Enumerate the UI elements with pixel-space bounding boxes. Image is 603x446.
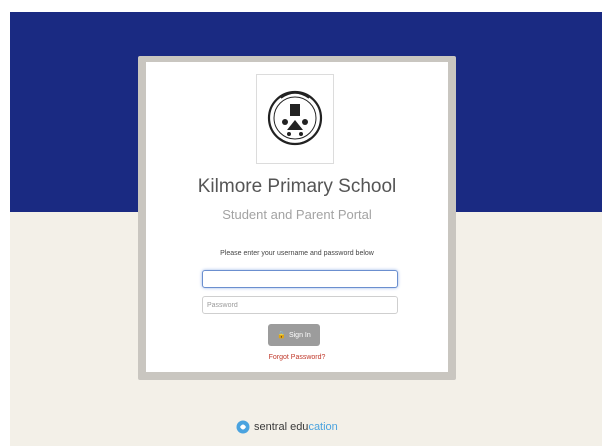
crest-icon — [267, 90, 323, 146]
portal-title: Student and Parent Portal — [222, 207, 372, 222]
sentral-logo-icon — [236, 420, 250, 434]
sign-in-button[interactable]: 🔒 Sign In — [268, 324, 320, 346]
footer-brand-text: sentral education — [254, 420, 338, 433]
forgot-password-link[interactable]: Forgot Password? — [146, 354, 448, 361]
login-instruction: Please enter your username and password … — [220, 250, 374, 257]
sign-in-label: Sign In — [288, 331, 311, 339]
lock-icon: 🔒 — [277, 331, 286, 339]
username-input[interactable] — [202, 270, 398, 288]
school-crest-logo — [256, 74, 334, 164]
brand-name-light: cation — [308, 420, 338, 433]
password-input[interactable] — [202, 296, 398, 314]
school-name: Kilmore Primary School — [197, 176, 397, 197]
login-card: Kilmore Primary School Student and Paren… — [146, 62, 448, 372]
brand-name-strong: sentral edu — [254, 420, 309, 433]
footer-brand: sentral education — [236, 420, 338, 434]
